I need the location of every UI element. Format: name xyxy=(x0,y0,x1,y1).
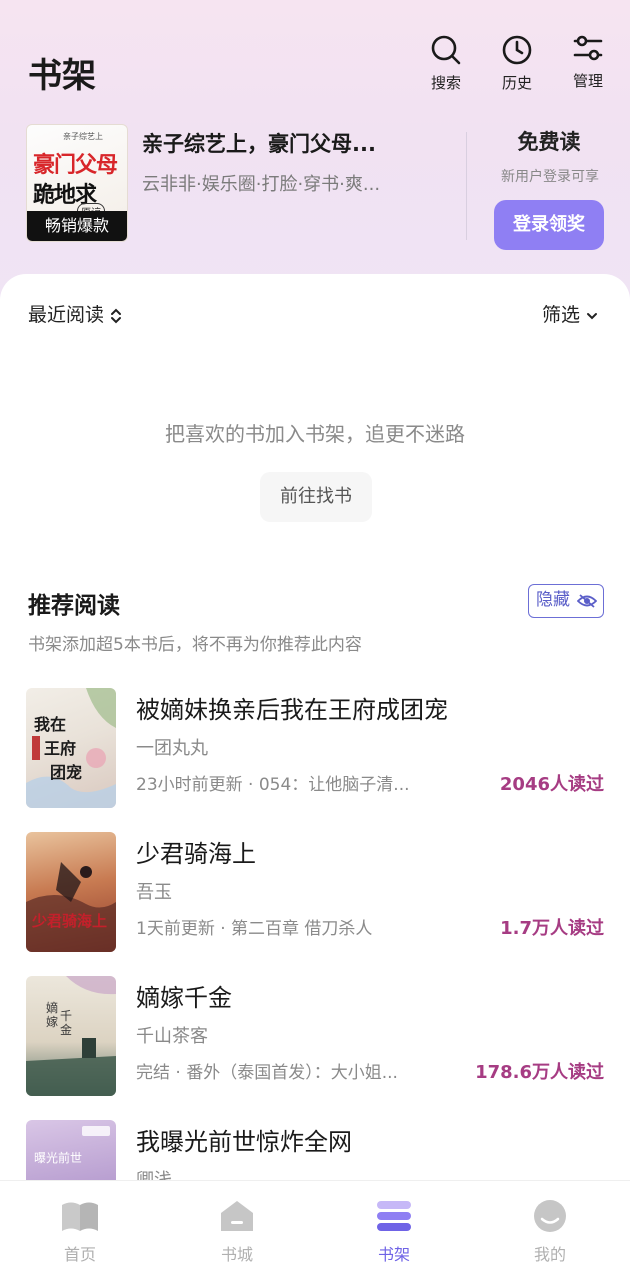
book-readers: 2046人读过 xyxy=(499,774,604,795)
search-label: 搜索 xyxy=(430,74,461,92)
sort-toggle-icon xyxy=(111,308,122,323)
header: 书架 搜索 历史 管理 xyxy=(0,0,630,110)
history-button[interactable]: 历史 xyxy=(487,34,547,93)
book-item[interactable]: 少君骑海上 少君骑海上 吾玉 1天前更新 · 第二百章 借刀杀人 1.7万人读过 xyxy=(0,832,630,956)
manage-button[interactable]: 管理 xyxy=(558,32,618,91)
search-icon xyxy=(431,35,461,65)
book-cover[interactable]: 少君骑海上 xyxy=(26,832,116,952)
book-update: 23小时前更新 · 054：让他脑子清... xyxy=(136,775,410,795)
cover-art-image: 少君骑海上 xyxy=(26,862,116,952)
book-author: 一团丸丸 xyxy=(136,738,208,759)
history-label: 历史 xyxy=(501,74,532,92)
book-cover[interactable]: 我在 王府 团宠 xyxy=(26,688,116,808)
svg-text:王府: 王府 xyxy=(44,739,76,758)
page-title: 书架 xyxy=(28,56,96,96)
cover-art-image: 我在 王府 团宠 xyxy=(26,688,116,808)
svg-text:少君骑海上: 少君骑海上 xyxy=(31,912,107,930)
svg-text:团宠: 团宠 xyxy=(50,763,82,782)
login-reward-button[interactable]: 登录领奖 xyxy=(494,200,604,250)
svg-text:曝光前世: 曝光前世 xyxy=(34,1150,82,1165)
svg-text:我在: 我在 xyxy=(34,715,66,734)
tab-bookshelf[interactable]: 书架 xyxy=(344,1199,444,1265)
book-author: 卿浅 xyxy=(136,1166,172,1180)
bottom-tab-bar: 首页 书城 书架 我的 xyxy=(0,1180,630,1280)
svg-text:嫁: 嫁 xyxy=(46,1014,58,1029)
find-books-button[interactable]: 前往找书 xyxy=(260,472,372,522)
manage-label: 管理 xyxy=(572,72,603,90)
book-open-icon xyxy=(62,1202,98,1231)
sort-dropdown[interactable]: 最近阅读 xyxy=(28,300,122,327)
sliders-icon xyxy=(573,35,603,61)
promo-cover-text-1: 豪门父母 xyxy=(33,153,118,178)
free-read-title: 免费读 xyxy=(517,129,581,154)
chevron-down-icon xyxy=(587,312,597,319)
book-title[interactable]: 被嫡妹换亲后我在王府成团宠 xyxy=(136,690,448,725)
search-button[interactable]: 搜索 xyxy=(416,34,476,93)
book-item[interactable]: 我在 王府 团宠 被嫡妹换亲后我在王府成团宠 一团丸丸 23小时前更新 · 05… xyxy=(0,688,630,812)
hide-label: 隐藏 xyxy=(536,590,570,610)
tab-store-label: 书城 xyxy=(220,1245,253,1264)
book-author: 吾玉 xyxy=(136,882,172,903)
filter-label: 筛选 xyxy=(541,304,580,326)
svg-text:千: 千 xyxy=(60,1009,72,1023)
free-read-subtitle: 新用户登录可享 xyxy=(501,169,599,185)
book-title[interactable]: 我曝光前世惊炸全网 xyxy=(136,1122,352,1157)
book-author: 千山茶客 xyxy=(136,1026,208,1047)
promo-cover-text-small: 亲子综艺上 xyxy=(63,132,103,141)
book-title[interactable]: 少君骑海上 xyxy=(136,834,256,869)
book-readers: 178.6万人读过 xyxy=(475,1062,604,1083)
promo-cover-tag: 畅销爆款 xyxy=(27,211,127,241)
promo-book-title[interactable]: 亲子综艺上，豪门父母... xyxy=(142,128,442,158)
bookshelf-panel: 最近阅读 筛选 把喜欢的书加入书架，追更不迷路 前往找书 推荐阅读 隐藏 书架添… xyxy=(0,274,630,1180)
store-icon xyxy=(221,1201,253,1231)
profile-icon xyxy=(534,1200,566,1232)
svg-text:金: 金 xyxy=(60,1022,72,1037)
tab-bookshelf-label: 书架 xyxy=(377,1245,410,1264)
shelf-icon xyxy=(377,1201,411,1231)
tab-store[interactable]: 书城 xyxy=(187,1199,287,1265)
book-item[interactable]: 嫡 嫁 千 金 嫡嫁千金 千山茶客 完结 · 番外（泰国首发）：大小姐... 1… xyxy=(0,976,630,1100)
recommend-title: 推荐阅读 xyxy=(28,593,120,619)
promo-book-cover[interactable]: 亲子综艺上 豪门父母 跪地求 原谅 畅销爆款 xyxy=(26,124,128,242)
cover-art-image: 嫡 嫁 千 金 xyxy=(26,976,116,1096)
tab-home[interactable]: 首页 xyxy=(30,1199,130,1265)
filter-dropdown[interactable]: 筛选 xyxy=(542,300,598,327)
book-update: 1天前更新 · 第二百章 借刀杀人 xyxy=(136,919,373,939)
book-title[interactable]: 嫡嫁千金 xyxy=(136,978,232,1013)
eye-off-icon xyxy=(577,594,597,608)
svg-text:嫡: 嫡 xyxy=(46,1000,58,1015)
book-cover[interactable]: 嫡 嫁 千 金 xyxy=(26,976,116,1096)
tab-home-label: 首页 xyxy=(63,1245,96,1264)
book-cover[interactable]: 曝光前世 xyxy=(26,1120,116,1180)
tab-profile[interactable]: 我的 xyxy=(500,1199,600,1265)
clock-icon xyxy=(502,35,532,65)
hide-recommend-button[interactable]: 隐藏 xyxy=(528,584,604,618)
recommend-note: 书架添加超5本书后，将不再为你推荐此内容 xyxy=(28,635,362,655)
promo-banner[interactable]: 亲子综艺上 豪门父母 跪地求 原谅 畅销爆款 亲子综艺上，豪门父母... 云非非… xyxy=(0,118,630,250)
sort-label: 最近阅读 xyxy=(28,304,105,326)
cover-art-image: 曝光前世 xyxy=(34,1126,110,1165)
promo-divider xyxy=(466,132,467,240)
book-update: 完结 · 番外（泰国首发）：大小姐... xyxy=(136,1063,398,1083)
empty-shelf-text: 把喜欢的书加入书架，追更不迷路 xyxy=(165,422,465,446)
book-item[interactable]: 曝光前世 我曝光前世惊炸全网 卿浅 xyxy=(0,1120,630,1180)
book-readers: 1.7万人读过 xyxy=(500,918,604,939)
promo-book-subtitle: 云非非·娱乐圈·打脸·穿书·爽... xyxy=(142,174,381,195)
tab-profile-label: 我的 xyxy=(533,1245,566,1264)
